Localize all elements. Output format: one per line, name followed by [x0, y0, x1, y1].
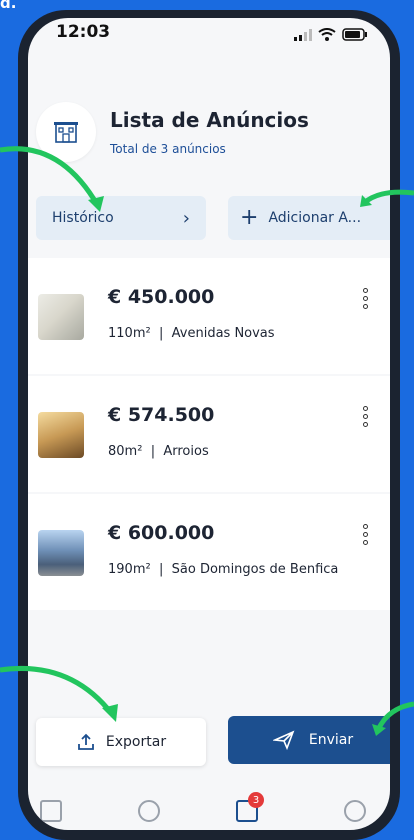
annotation-arrow-send — [372, 701, 414, 736]
listing-area: 110m² — [108, 326, 151, 341]
notification-badge: 3 — [248, 792, 264, 808]
listing-count: Total de 3 anúncios — [110, 142, 226, 156]
listing-item[interactable]: € 600.000 190m² | São Domingos de Benfic… — [28, 494, 390, 610]
tab-search-icon[interactable] — [138, 800, 160, 822]
corner-caption: d. — [0, 0, 17, 12]
more-options-icon[interactable] — [360, 524, 370, 554]
signal-icon — [294, 28, 312, 41]
annotation-arrow-export — [0, 665, 118, 722]
status-icons — [294, 28, 368, 41]
send-label: Enviar — [308, 732, 354, 748]
annotation-arrow-history — [0, 146, 104, 212]
listing-price: € 450.000 — [108, 286, 215, 308]
listing-price: € 574.500 — [108, 404, 215, 426]
tab-profile-icon[interactable] — [344, 800, 366, 822]
add-listing-label: Adicionar A... — [268, 210, 362, 226]
listing-details: 190m² | São Domingos de Benfica — [108, 562, 339, 577]
more-options-icon[interactable] — [360, 406, 370, 436]
listing-location: Arroios — [163, 444, 209, 459]
status-bar: 12:03 — [28, 18, 390, 66]
status-time: 12:03 — [56, 22, 111, 42]
listing-price: € 600.000 — [108, 522, 215, 544]
wifi-icon — [318, 28, 336, 41]
export-label: Exportar — [105, 734, 167, 750]
chevron-right-icon: › — [182, 207, 190, 229]
listing-thumbnail — [38, 530, 84, 576]
annotation-arrow-add — [360, 189, 414, 207]
listing-area: 80m² — [108, 444, 143, 459]
battery-icon — [342, 28, 367, 41]
listing-item[interactable]: € 574.500 80m² | Arroios — [28, 376, 390, 492]
send-icon — [272, 730, 295, 750]
listing-location: São Domingos de Benfica — [171, 562, 339, 577]
listing-details: 80m² | Arroios — [108, 444, 209, 459]
upload-icon — [78, 733, 94, 750]
listing-thumbnail — [38, 412, 84, 458]
tab-bar: 3 — [28, 792, 390, 830]
listing-area: 190m² — [108, 562, 151, 577]
listing-item[interactable]: € 450.000 110m² | Avenidas Novas — [28, 258, 390, 374]
page-title: Lista de Anúncios — [110, 108, 309, 132]
listing-thumbnail — [38, 294, 84, 340]
tab-list-icon[interactable] — [40, 800, 62, 822]
listing-location: Avenidas Novas — [171, 326, 275, 341]
more-options-icon[interactable] — [360, 288, 370, 318]
send-button[interactable]: Enviar — [228, 716, 390, 764]
plus-icon: + — [240, 205, 259, 230]
listing-details: 110m² | Avenidas Novas — [108, 326, 275, 341]
